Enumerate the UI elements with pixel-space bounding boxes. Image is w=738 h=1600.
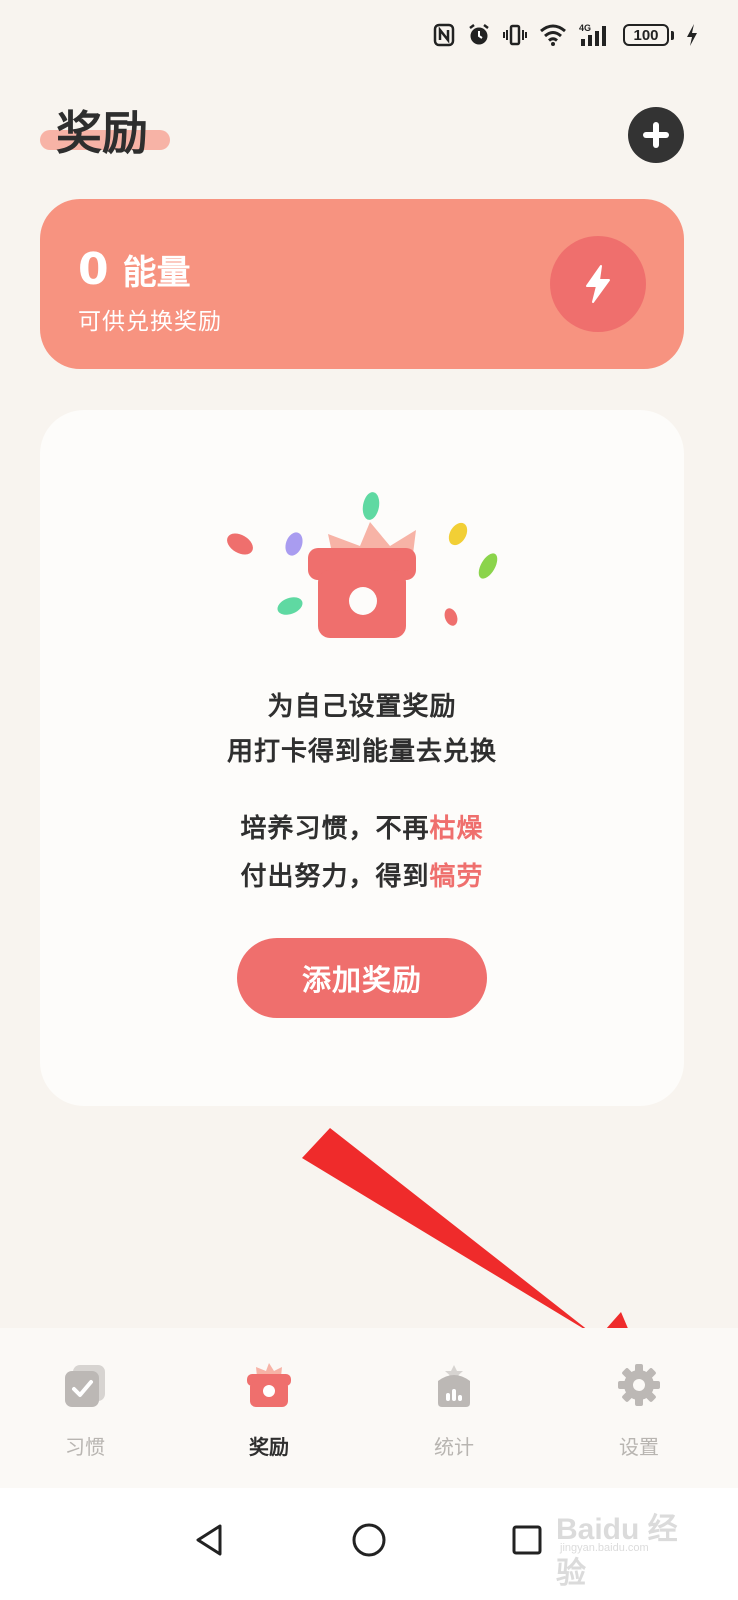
bottom-tab-bar: 习惯 奖励 统计 设置 (0, 1328, 738, 1488)
add-reward-icon-button[interactable] (628, 107, 684, 163)
back-icon (196, 1524, 222, 1556)
tab-settings[interactable]: 设置 (579, 1360, 699, 1460)
nfc-icon (433, 23, 455, 47)
tab-label: 统计 (434, 1435, 474, 1459)
nav-recents-button[interactable] (497, 1510, 557, 1570)
motto-line-2: 付出努力，得到犒劳 (40, 856, 684, 893)
page-header: 奖励 (40, 103, 170, 163)
page-title: 奖励 (56, 106, 148, 160)
gear-icon (618, 1363, 660, 1406)
watermark-url: jingyan.baidu.com (560, 1542, 649, 1554)
battery-level: 100 (623, 24, 669, 46)
tab-rewards[interactable]: 奖励 (209, 1360, 329, 1460)
home-icon (352, 1523, 386, 1557)
motto-line-1: 培养习惯，不再枯燥 (40, 808, 684, 845)
recents-icon (512, 1525, 542, 1555)
energy-subtitle: 可供兑换奖励 (78, 309, 222, 335)
energy-value: 0 (78, 244, 109, 295)
cellular-signal-icon: 4G (579, 23, 606, 46)
status-icons: 4G 100 (433, 20, 698, 50)
empty-title-line1: 为自己设置奖励 (267, 692, 457, 722)
checklist-icon (65, 1364, 105, 1407)
status-bar: 4G 100 (0, 0, 738, 70)
empty-title-line2: 用打卡得到能量去兑换 (226, 737, 497, 767)
gift-icon (247, 1362, 291, 1407)
motto-1-text: 培养习惯，不再 (240, 814, 430, 844)
charging-icon (687, 24, 697, 46)
tab-label: 设置 (619, 1435, 659, 1459)
motto-1-accent: 枯燥 (429, 814, 484, 844)
motto-2-accent: 犒劳 (429, 862, 484, 892)
vibrate-icon (503, 24, 527, 46)
add-reward-button[interactable]: 添加奖励 (237, 938, 487, 1018)
battery-indicator: 100 (623, 24, 674, 46)
stats-icon (438, 1364, 470, 1407)
energy-balance: 0 能量 (78, 243, 191, 297)
tab-habits[interactable]: 习惯 (25, 1360, 145, 1460)
baidu-watermark: Baidu 经验 jingyan.baidu.com (556, 1500, 696, 1590)
plus-icon (643, 122, 669, 148)
nav-back-button[interactable] (180, 1510, 240, 1570)
alarm-icon (469, 24, 489, 45)
energy-card: 0 能量 可供兑换奖励 (40, 199, 684, 369)
empty-rewards-card: 为自己设置奖励 用打卡得到能量去兑换 培养习惯，不再枯燥 付出努力，得到犒劳 添… (40, 410, 684, 1106)
gift-box-icon (227, 492, 498, 638)
wifi-icon (540, 24, 566, 46)
tab-label: 奖励 (249, 1435, 289, 1459)
svg-text:4G: 4G (579, 23, 591, 33)
tab-stats[interactable]: 统计 (394, 1360, 514, 1460)
energy-unit: 能量 (122, 253, 191, 293)
tab-label: 习惯 (65, 1435, 105, 1459)
nav-home-button[interactable] (339, 1510, 399, 1570)
energy-badge[interactable] (550, 236, 646, 332)
lightning-icon (586, 265, 610, 303)
motto-2-text: 付出努力，得到 (240, 862, 430, 892)
